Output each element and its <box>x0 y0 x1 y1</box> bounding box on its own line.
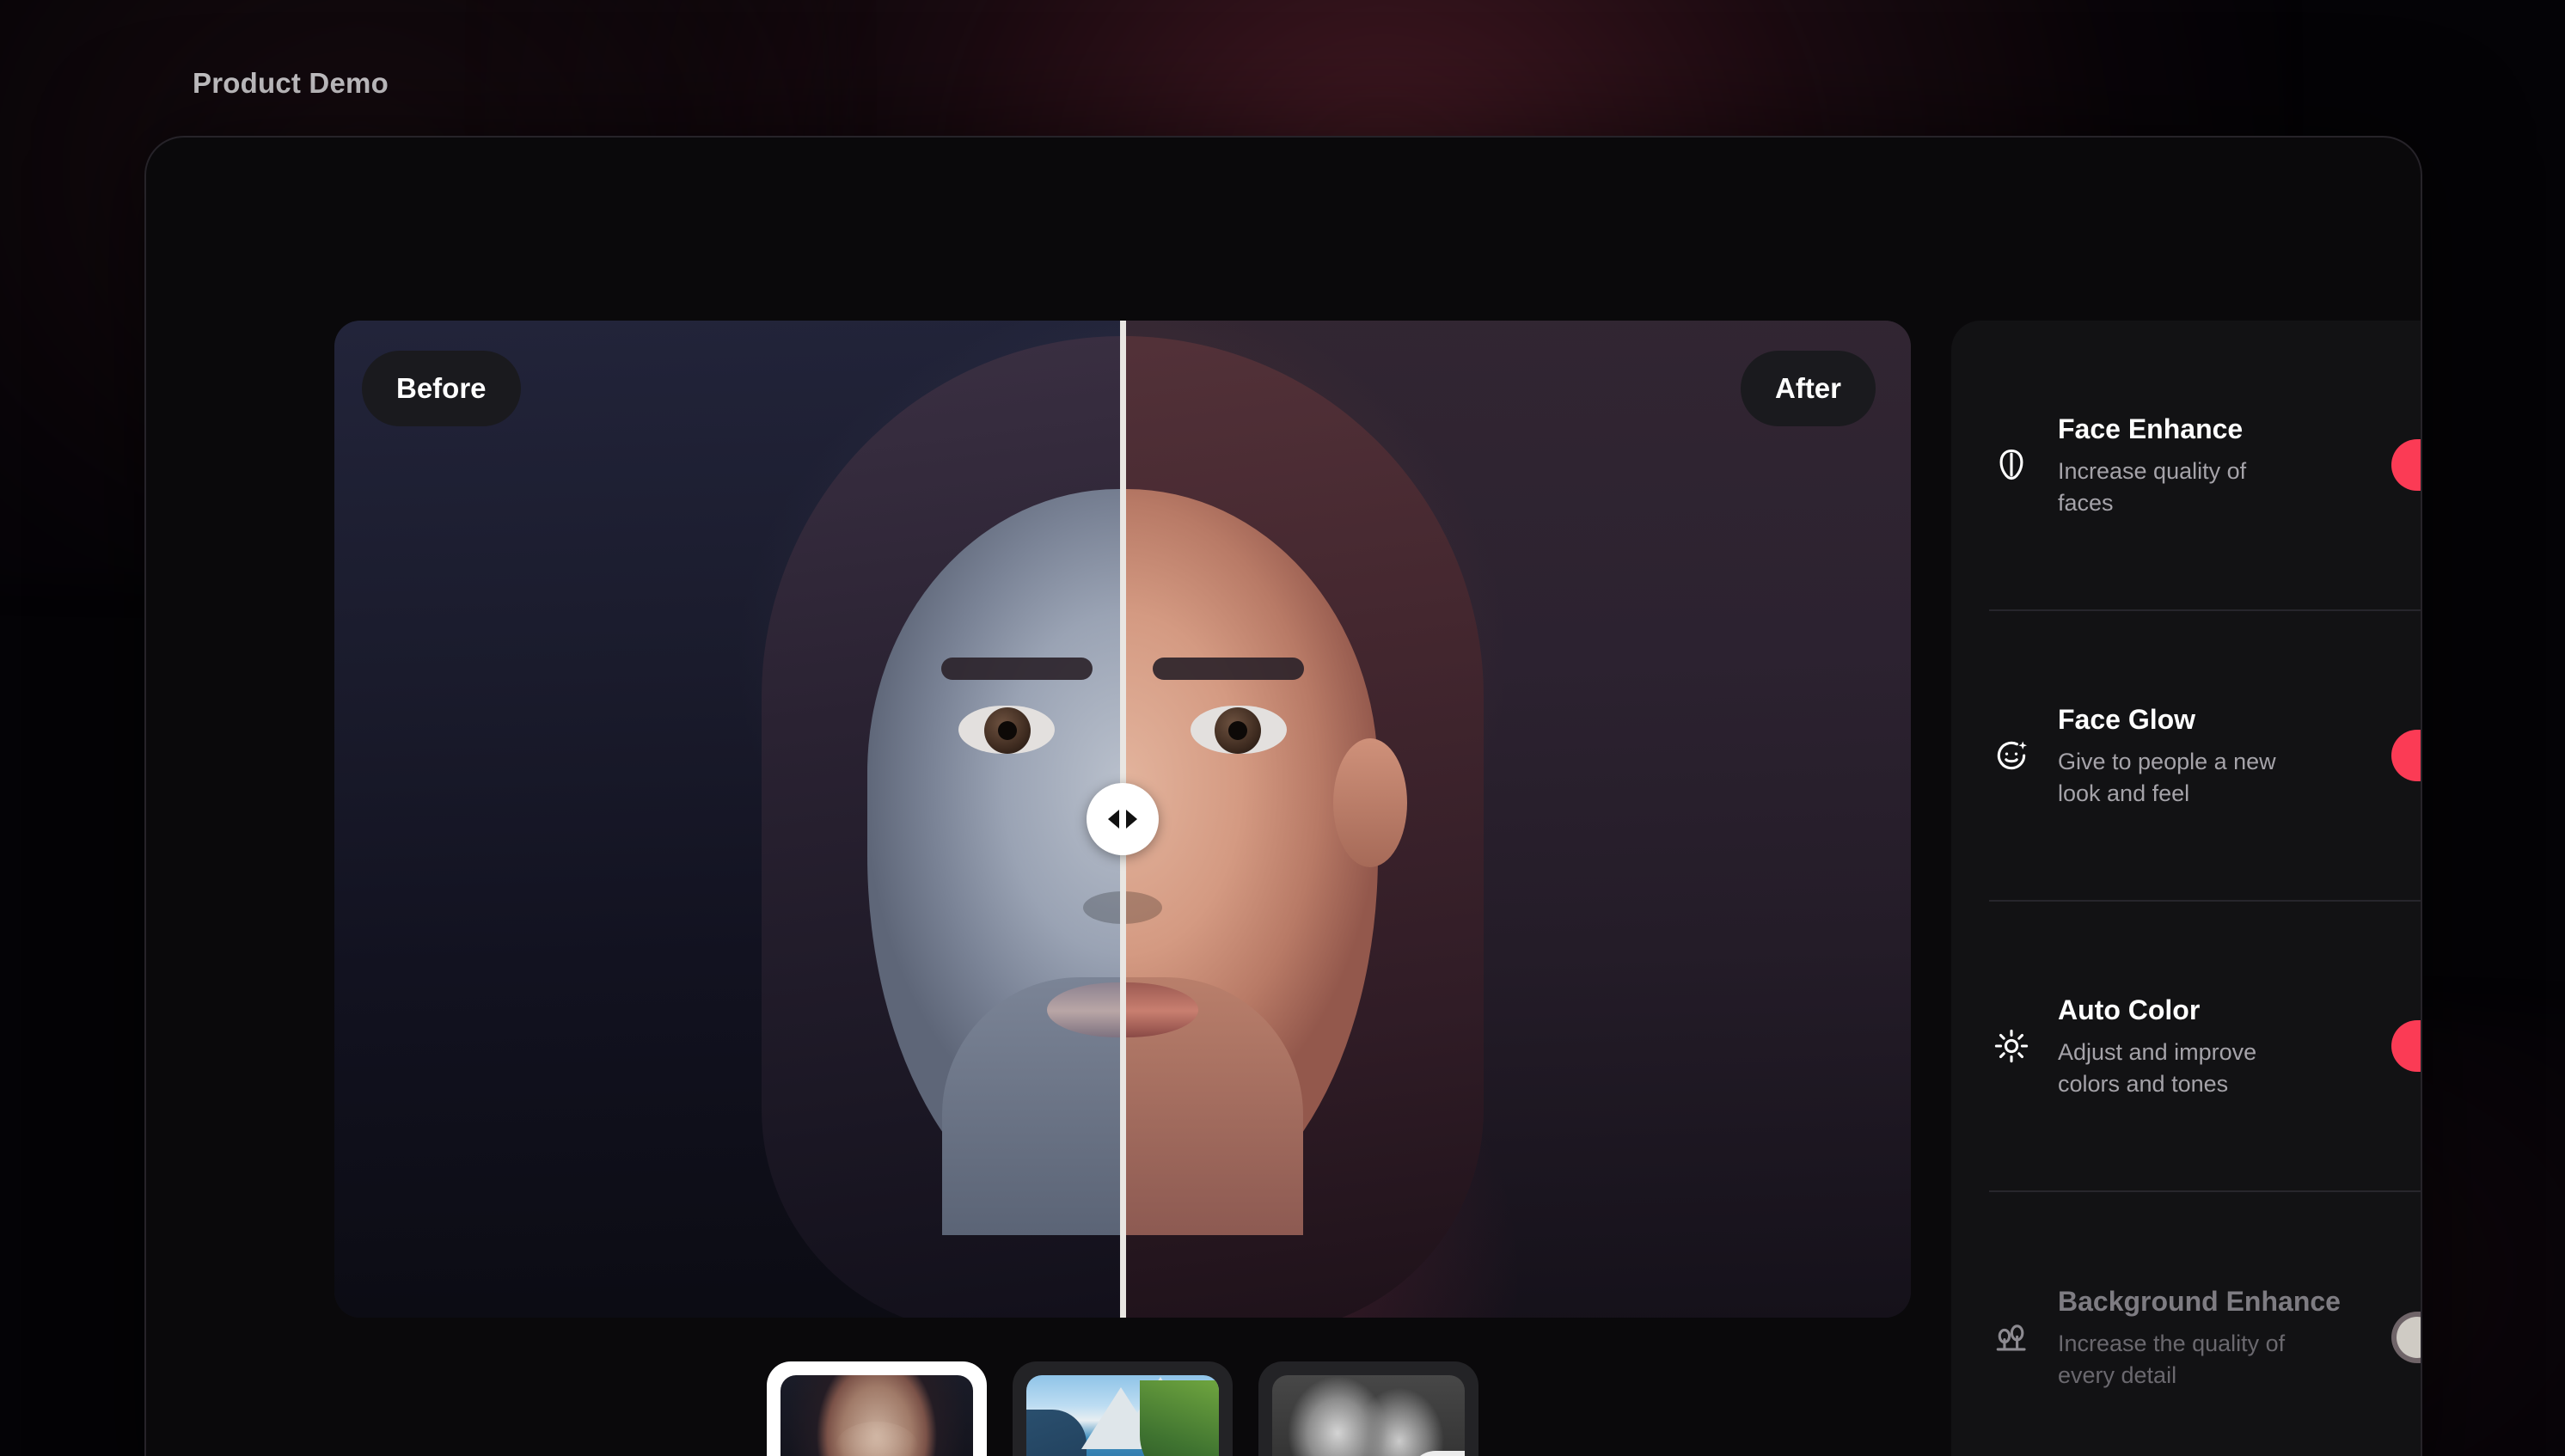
setting-description: Increase the quality of every detail <box>2058 1330 2286 1389</box>
setting-text-background-enhance: Background Enhance Increase the quality … <box>2058 1283 2367 1392</box>
setting-title: Face Glow <box>2058 703 2196 735</box>
setting-text-face-enhance: Face Enhance Increase quality of faces <box>2058 411 2367 520</box>
thumbnail-landscape-image <box>1026 1375 1219 1456</box>
thumbnail-old-photo[interactable]: Old Photo <box>1258 1361 1478 1456</box>
toggle-knob <box>2397 1317 2421 1358</box>
setting-title: Background Enhance <box>2058 1285 2341 1317</box>
before-after-viewer[interactable] <box>334 321 1911 1318</box>
thumbnail-old-photo-image <box>1272 1375 1465 1456</box>
setting-text-face-glow: Face Glow Give to people a new look and … <box>2058 701 2367 811</box>
app-stage: Product Demo Before After Face Enhance I… <box>0 0 2565 1456</box>
after-badge: After <box>1741 351 1876 426</box>
after-brow-right <box>1153 658 1304 680</box>
thumbnail-portrait[interactable]: Portrait <box>767 1361 987 1456</box>
landscape-left-slope <box>1026 1410 1087 1456</box>
page-title: Product Demo <box>193 67 389 99</box>
landscape-thumbnail-art <box>1026 1375 1219 1456</box>
setting-description: Give to people a new look and feel <box>2058 748 2276 807</box>
face-outline-icon <box>1989 446 2034 484</box>
setting-description: Adjust and improve colors and tones <box>2058 1038 2257 1098</box>
toggle-face-enhance[interactable] <box>2391 439 2421 491</box>
old-photo-thumbnail-art <box>1272 1375 1465 1456</box>
before-pupil-left <box>998 721 1017 740</box>
before-nose <box>1083 891 1123 924</box>
setting-row-background-enhance: Background Enhance Increase the quality … <box>1989 1192 2421 1456</box>
before-iris-left <box>984 707 1031 754</box>
toggle-background-enhance[interactable] <box>2391 1312 2421 1363</box>
landscape-right-slope <box>1140 1380 1219 1456</box>
after-pupil-right <box>1228 721 1247 740</box>
before-eye-left <box>958 706 1055 754</box>
setting-description: Increase quality of faces <box>2058 457 2247 517</box>
after-ear <box>1333 738 1407 867</box>
after-eye-right <box>1191 706 1287 754</box>
viewer-before-pane <box>334 321 1123 1318</box>
after-iris-right <box>1215 707 1261 754</box>
viewer-after-pane <box>1123 321 1911 1318</box>
before-photo <box>334 321 1123 1318</box>
thumbnail-landscape[interactable]: Landscape <box>1013 1361 1233 1456</box>
comparison-slider-handle[interactable] <box>1087 783 1159 855</box>
thumbnail-strip: Portrait Landscape Old Photo <box>334 1361 1911 1456</box>
two-trees-icon <box>1989 1318 2034 1356</box>
before-brow-left <box>941 658 1093 680</box>
brightness-sun-icon <box>1989 1027 2034 1065</box>
settings-panel: Face Enhance Increase quality of faces F… <box>1951 321 2421 1456</box>
setting-text-auto-color: Auto Color Adjust and improve colors and… <box>2058 992 2367 1101</box>
portrait-thumbnail-art <box>781 1375 973 1456</box>
chevron-right-icon <box>1126 810 1137 829</box>
thumbnail-portrait-image <box>781 1375 973 1456</box>
before-badge: Before <box>362 351 521 426</box>
setting-row-auto-color: Auto Color Adjust and improve colors and… <box>1989 902 2421 1192</box>
after-photo <box>1123 321 1911 1318</box>
setting-row-face-enhance: Face Enhance Increase quality of faces <box>1989 321 2421 611</box>
setting-title: Face Enhance <box>2058 413 2244 444</box>
app-card: Before After Portrait Lan <box>144 136 2422 1456</box>
setting-title: Auto Color <box>2058 994 2201 1025</box>
after-nose <box>1123 891 1162 924</box>
smiley-sparkle-icon <box>1989 737 2034 774</box>
toggle-face-glow[interactable] <box>2391 730 2421 781</box>
setting-row-face-glow: Face Glow Give to people a new look and … <box>1989 611 2421 902</box>
chevron-left-icon <box>1108 810 1119 829</box>
toggle-auto-color[interactable] <box>2391 1020 2421 1072</box>
